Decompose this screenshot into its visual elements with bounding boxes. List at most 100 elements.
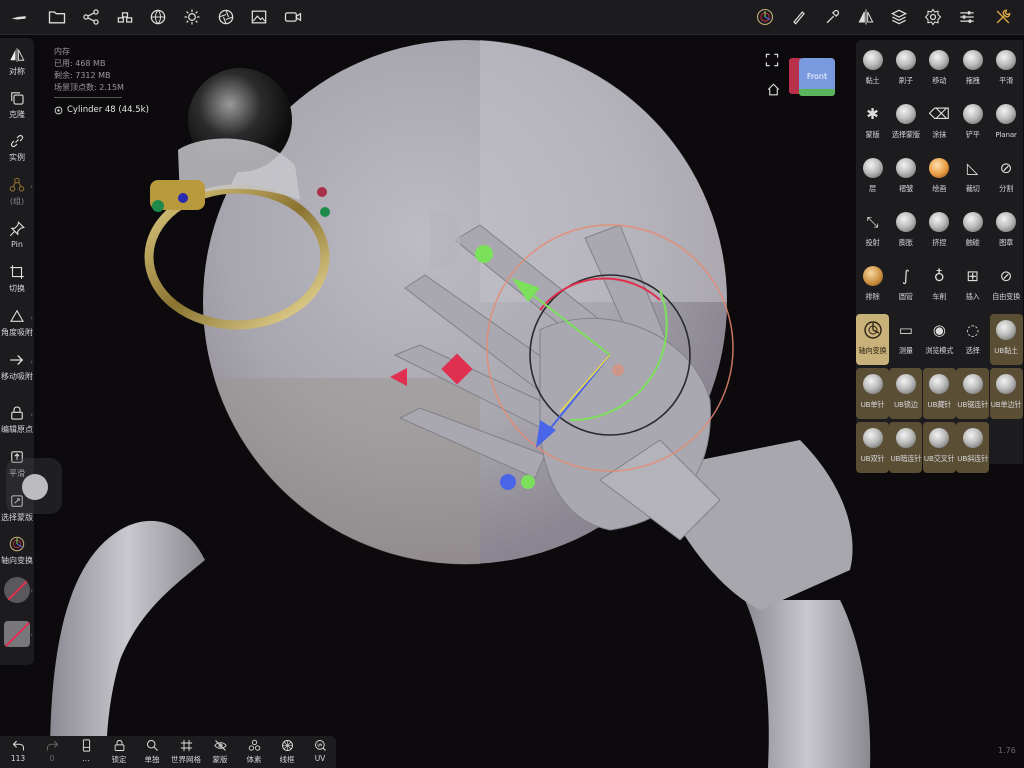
tool-free-transform[interactable]: ⊘ 自由变换 [990, 260, 1023, 311]
clone-button[interactable]: 克隆 [0, 85, 34, 127]
tool-view-mode[interactable]: ◉ 浏览模式 [923, 314, 956, 365]
tool-inflate[interactable]: 膨胀 [889, 206, 922, 257]
tool-clay[interactable]: 黏土 [856, 44, 889, 95]
selected-object[interactable]: Cylinder 48 (44.5k) [54, 104, 149, 116]
tool-crease[interactable]: 褶皱 [889, 152, 922, 203]
tool-exclude[interactable]: 排除 [856, 260, 889, 311]
smooth-icon [996, 50, 1017, 70]
tool-brush[interactable]: 刷子 [889, 44, 922, 95]
lock-label: 锁定 [111, 755, 127, 764]
wireframe-button[interactable]: 线框 [271, 738, 303, 768]
symmetry-top-button[interactable] [851, 2, 881, 32]
tool-stamp[interactable]: 图章 [990, 206, 1023, 257]
tool-select-mask[interactable]: 选择蒙版 [889, 98, 922, 149]
tool-layer[interactable]: 层 [856, 152, 889, 203]
undo-button[interactable]: 113 [2, 738, 34, 768]
tool-planar[interactable]: Planar [990, 98, 1023, 149]
mask-visibility-button[interactable]: 蒙版 [204, 738, 236, 768]
tools-button[interactable] [988, 2, 1018, 32]
tool-select[interactable]: ◌ 选择 [956, 314, 989, 365]
tool-flatten[interactable]: 铲平 [956, 98, 989, 149]
solo-button[interactable]: 单独 [136, 738, 168, 768]
world-grid-button[interactable]: 世界网格 [170, 738, 202, 768]
uv-button[interactable]: UV [304, 738, 336, 768]
tool-ub-single[interactable]: UB单针 [856, 368, 889, 419]
memory-divider [54, 97, 122, 98]
home-view-button[interactable] [766, 82, 786, 102]
layers-button[interactable] [884, 2, 914, 32]
tool-ub-saw[interactable]: UB锯连针 [956, 368, 990, 419]
scene-button[interactable] [76, 2, 106, 32]
tool-ub-single-edge[interactable]: UB单边针 [989, 368, 1023, 419]
tool-ub-lock[interactable]: UB锁边 [889, 368, 923, 419]
switch-button[interactable]: 切换 [0, 259, 34, 301]
tool-pinch[interactable]: 挤捏 [923, 206, 956, 257]
tool-ub-clay[interactable]: UB黏土 [989, 314, 1023, 365]
gizmo-mode-button[interactable] [750, 2, 780, 32]
tool-tube[interactable]: ∫ 圆管 [889, 260, 922, 311]
tool-smudge[interactable]: ⌫ 涂抹 [923, 98, 956, 149]
tool-drag[interactable]: 拖拽 [956, 44, 989, 95]
arm-tube-lower [745, 600, 871, 768]
tool-mask[interactable]: ✱ 蒙版 [856, 98, 889, 149]
gizmo-handle-blue[interactable] [500, 474, 516, 490]
tool-gizmo[interactable]: 轴向变换 [856, 314, 889, 365]
paint-button[interactable] [817, 2, 847, 32]
stroke-button[interactable] [784, 2, 814, 32]
tool-smooth[interactable]: 平滑 [990, 44, 1023, 95]
intensity-swatch[interactable] [4, 621, 30, 647]
tool-split[interactable]: ⊘ 分割 [990, 152, 1023, 203]
tool-lathe[interactable]: ♁ 车削 [923, 260, 956, 311]
fullscreen-button[interactable] [764, 52, 784, 72]
tool-ub-diag[interactable]: UB斜连针 [956, 422, 990, 473]
settings-button[interactable] [918, 2, 948, 32]
gem-red [317, 187, 327, 197]
voxel-button[interactable]: 体素 [238, 738, 270, 768]
camera-settings-button[interactable] [211, 2, 241, 32]
navigation-cube[interactable]: Front [789, 55, 837, 97]
lock-button[interactable]: 锁定 [103, 738, 135, 768]
tool-label: 刷子 [898, 76, 913, 85]
mask-visibility-label: 蒙版 [212, 755, 228, 764]
materials-button[interactable] [143, 2, 173, 32]
world-grid-label: 世界网格 [171, 755, 201, 764]
slider-knob[interactable] [22, 474, 48, 500]
tool-ub-hidden[interactable]: UB藏针 [922, 368, 956, 419]
app-menu-button[interactable] [4, 2, 34, 32]
edit-origin-button[interactable]: 编辑原点 › [0, 400, 34, 442]
instance-button[interactable]: 实例 [0, 128, 34, 170]
tool-paint[interactable]: 绘画 [923, 152, 956, 203]
sliders-button[interactable] [952, 2, 982, 32]
tool-ub-cross[interactable]: UB交叉针 [922, 422, 956, 473]
angle-snap-button[interactable]: 角度吸附 › [0, 303, 34, 345]
tool-project[interactable]: ⤡ 投射 [856, 206, 889, 257]
gizmo-center[interactable] [612, 364, 624, 376]
intensity-swatch-slash [4, 621, 30, 647]
record-button[interactable] [278, 2, 308, 32]
redo-button[interactable]: 0 [36, 738, 68, 768]
more-button[interactable]: ... [70, 738, 102, 768]
pin-button[interactable]: Pin [0, 216, 34, 258]
tool-insert[interactable]: ⊞ 插入 [956, 260, 989, 311]
tool-label: 分割 [999, 184, 1014, 193]
move-snap-button[interactable]: 移动吸附 › [0, 347, 34, 389]
background-button[interactable] [244, 2, 274, 32]
tool-nudge[interactable]: 触碰 [956, 206, 989, 257]
gizmo-tool-button[interactable]: 轴向变换 [0, 531, 34, 573]
gizmo-handle-green-small[interactable] [521, 475, 535, 489]
tool-ub-dark[interactable]: UB暗连针 [889, 422, 923, 473]
app-logo-icon [11, 16, 26, 20]
gizmo-tool-label: 轴向变换 [1, 556, 33, 565]
cube-face-bottom[interactable] [799, 89, 835, 96]
tool-measure[interactable]: ▭ 测量 [889, 314, 922, 365]
tool-trim[interactable]: ◺ 裁切 [956, 152, 989, 203]
files-button[interactable] [42, 2, 72, 32]
gizmo-handle-green[interactable] [475, 245, 493, 263]
symmetry-button[interactable]: 对称 [0, 42, 34, 84]
lighting-button[interactable] [177, 2, 207, 32]
tool-ub-double[interactable]: UB双针 [856, 422, 889, 473]
radius-swatch[interactable] [4, 577, 30, 603]
tool-move[interactable]: 移动 [923, 44, 956, 95]
group-button[interactable]: (组) › [0, 172, 34, 214]
primitives-button[interactable] [110, 2, 140, 32]
